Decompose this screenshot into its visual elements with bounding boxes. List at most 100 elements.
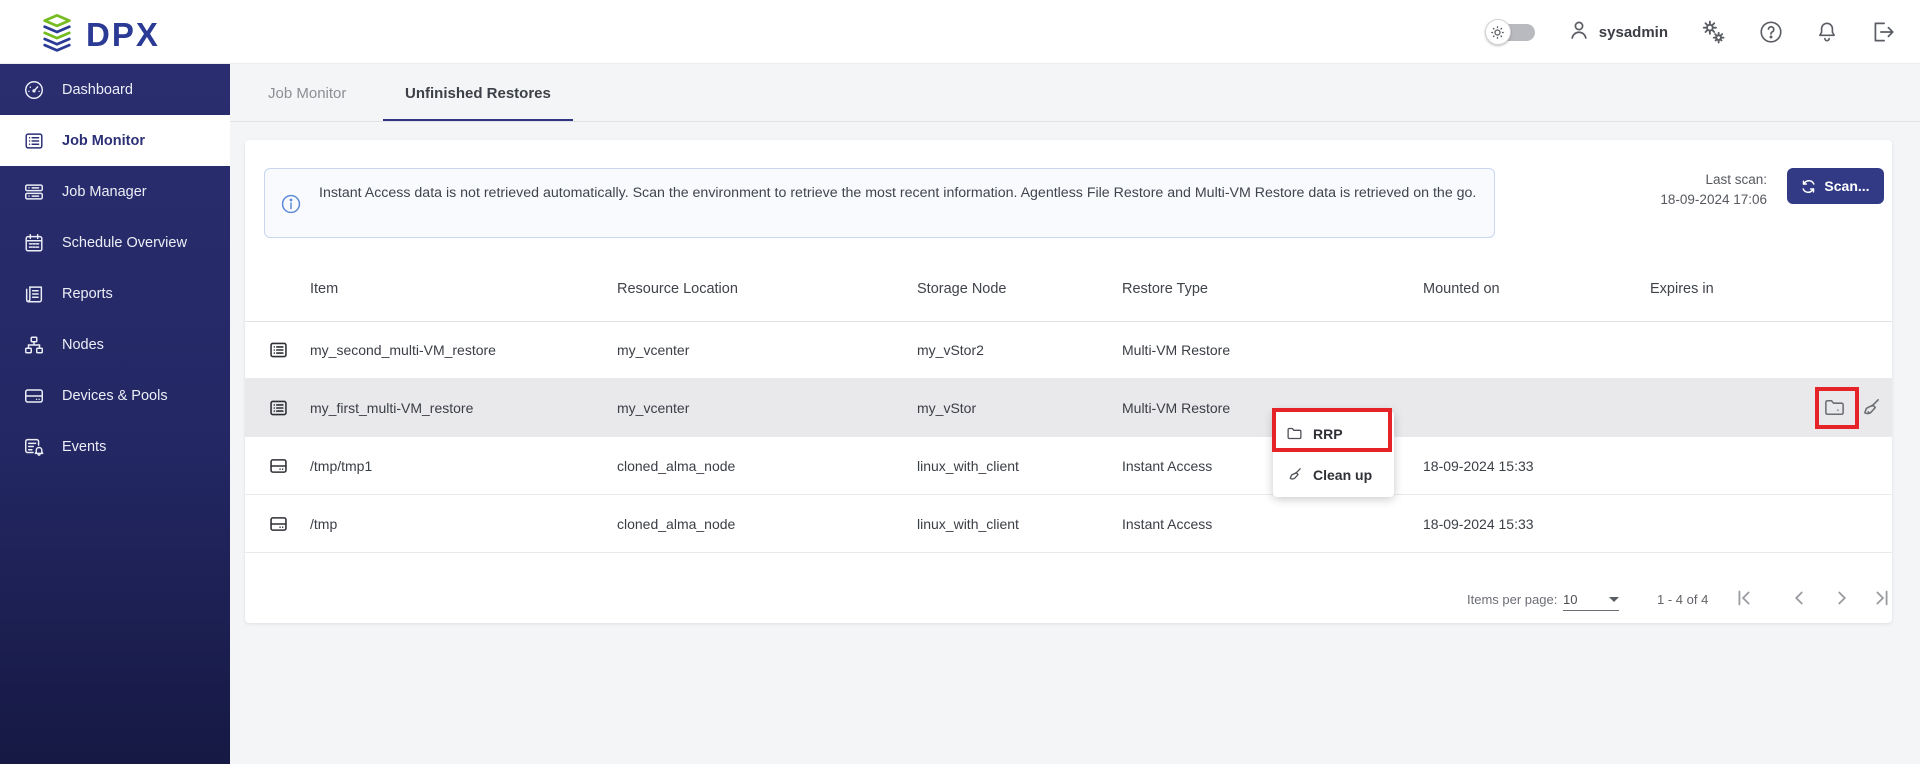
last-scan-value: 18-09-2024 17:06 bbox=[1660, 190, 1767, 210]
settings-gears-icon[interactable] bbox=[1698, 17, 1728, 47]
previous-page-icon[interactable] bbox=[1788, 587, 1810, 609]
cell-item: my_first_multi-VM_restore bbox=[310, 400, 473, 416]
job-manager-icon bbox=[23, 181, 45, 203]
rrp-folder-icon[interactable] bbox=[1822, 396, 1846, 420]
cell-resource-location: cloned_alma_node bbox=[617, 516, 735, 532]
dpx-logo[interactable]: DPX bbox=[36, 11, 160, 58]
context-menu-item-rrp[interactable]: RRP bbox=[1273, 413, 1394, 454]
theme-toggle[interactable] bbox=[1485, 19, 1537, 45]
cell-resource-location: my_vcenter bbox=[617, 342, 689, 358]
pagination-bar bbox=[245, 553, 1892, 623]
context-menu-label: RRP bbox=[1313, 426, 1343, 442]
instant-access-drive-icon bbox=[268, 513, 289, 534]
row-action-buttons bbox=[1822, 396, 1882, 420]
tab-job-monitor[interactable]: Job Monitor bbox=[268, 64, 346, 122]
table-row[interactable]: my_second_multi-VM_restore my_vcenter my… bbox=[245, 321, 1892, 379]
info-banner: Instant Access data is not retrieved aut… bbox=[264, 168, 1495, 238]
sidebar-item-devices-pools[interactable]: Devices & Pools bbox=[0, 370, 230, 421]
toggle-gear-icon bbox=[1485, 19, 1511, 45]
cell-storage-node: linux_with_client bbox=[917, 458, 1019, 474]
items-per-page-label: Items per page: bbox=[1467, 592, 1557, 607]
cell-restore-type: Multi-VM Restore bbox=[1122, 400, 1230, 416]
column-header-storage-node: Storage Node bbox=[917, 281, 1006, 297]
sidebar-item-reports[interactable]: Reports bbox=[0, 268, 230, 319]
sidebar-item-label: Reports bbox=[62, 286, 113, 302]
items-per-page-select[interactable]: 10 bbox=[1563, 592, 1619, 611]
job-monitor-icon bbox=[23, 130, 45, 152]
devices-icon bbox=[23, 385, 45, 407]
info-banner-text: Instant Access data is not retrieved aut… bbox=[319, 182, 1477, 204]
items-per-page-value: 10 bbox=[1563, 592, 1577, 607]
sidebar-item-dashboard[interactable]: Dashboard bbox=[0, 64, 230, 115]
scan-button[interactable]: Scan... bbox=[1787, 168, 1884, 204]
table-row[interactable]: /tmp/tmp1 cloned_alma_node linux_with_cl… bbox=[245, 437, 1892, 495]
sidebar-item-label: Schedule Overview bbox=[62, 235, 187, 251]
cell-item: /tmp bbox=[310, 516, 337, 532]
sidebar-item-events[interactable]: Events bbox=[0, 421, 230, 472]
cell-storage-node: linux_with_client bbox=[917, 516, 1019, 532]
sidebar-item-nodes[interactable]: Nodes bbox=[0, 319, 230, 370]
cell-restore-type: Instant Access bbox=[1122, 458, 1212, 474]
tab-unfinished-restores[interactable]: Unfinished Restores bbox=[405, 64, 551, 122]
user-icon bbox=[1567, 18, 1591, 46]
header-actions: sysadmin bbox=[1485, 0, 1896, 64]
pagination-range: 1 - 4 of 4 bbox=[1657, 592, 1708, 607]
row-context-menu: RRP Clean up bbox=[1273, 411, 1394, 497]
column-header-item: Item bbox=[310, 281, 338, 297]
notifications-bell-icon[interactable] bbox=[1814, 19, 1840, 45]
sidebar-item-label: Job Manager bbox=[62, 184, 147, 200]
last-scan-label: Last scan: bbox=[1660, 170, 1767, 190]
multi-vm-restore-icon bbox=[268, 339, 289, 360]
last-page-icon[interactable] bbox=[1871, 587, 1893, 609]
column-header-mounted-on: Mounted on bbox=[1423, 281, 1500, 297]
dashboard-icon bbox=[23, 79, 45, 101]
tab-bar: Job Monitor Unfinished Restores bbox=[230, 64, 1920, 122]
last-scan-info: Last scan: 18-09-2024 17:06 bbox=[1660, 170, 1767, 210]
dpx-app-window: DPX sysadmin bbox=[0, 0, 1920, 764]
sidebar-nav: Dashboard Job Monitor Job Manager bbox=[0, 64, 230, 764]
table-header: Item Resource Location Storage Node Rest… bbox=[245, 238, 1892, 321]
multi-vm-restore-icon bbox=[268, 397, 289, 418]
first-page-icon[interactable] bbox=[1733, 587, 1755, 609]
context-menu-item-clean-up[interactable]: Clean up bbox=[1273, 454, 1394, 495]
sidebar-item-label: Job Monitor bbox=[62, 133, 145, 149]
column-header-resource-location: Resource Location bbox=[617, 281, 738, 297]
table-body: my_second_multi-VM_restore my_vcenter my… bbox=[245, 321, 1892, 553]
cell-item: my_second_multi-VM_restore bbox=[310, 342, 496, 358]
broom-icon bbox=[1286, 466, 1303, 483]
next-page-icon[interactable] bbox=[1831, 587, 1853, 609]
cell-item: /tmp/tmp1 bbox=[310, 458, 372, 474]
sidebar-item-label: Events bbox=[62, 439, 106, 455]
column-header-expires-in: Expires in bbox=[1650, 281, 1714, 297]
sidebar-item-job-manager[interactable]: Job Manager bbox=[0, 166, 230, 217]
cell-storage-node: my_vStor2 bbox=[917, 342, 984, 358]
table-row[interactable]: /tmp cloned_alma_node linux_with_client … bbox=[245, 495, 1892, 553]
column-header-restore-type: Restore Type bbox=[1122, 281, 1208, 297]
events-icon bbox=[23, 436, 45, 458]
table-row-highlighted[interactable]: my_first_multi-VM_restore my_vcenter my_… bbox=[245, 379, 1892, 437]
user-name: sysadmin bbox=[1599, 24, 1668, 41]
sidebar-item-schedule-overview[interactable]: Schedule Overview bbox=[0, 217, 230, 268]
clean-up-broom-icon[interactable] bbox=[1858, 396, 1882, 420]
info-icon bbox=[280, 193, 302, 215]
help-icon[interactable] bbox=[1758, 19, 1784, 45]
tab-bar-divider bbox=[230, 121, 1920, 122]
cell-restore-type: Multi-VM Restore bbox=[1122, 342, 1230, 358]
cell-mounted-on: 18-09-2024 15:33 bbox=[1423, 516, 1534, 532]
cell-resource-location: cloned_alma_node bbox=[617, 458, 735, 474]
sidebar-item-label: Nodes bbox=[62, 337, 104, 353]
dpx-layers-logo-icon bbox=[36, 11, 78, 58]
reports-icon bbox=[23, 283, 45, 305]
cell-mounted-on: 18-09-2024 15:33 bbox=[1423, 458, 1534, 474]
sidebar-item-label: Devices & Pools bbox=[62, 388, 168, 404]
instant-access-drive-icon bbox=[268, 455, 289, 476]
user-menu[interactable]: sysadmin bbox=[1567, 18, 1668, 46]
cell-storage-node: my_vStor bbox=[917, 400, 976, 416]
cell-resource-location: my_vcenter bbox=[617, 400, 689, 416]
chevron-down-icon bbox=[1609, 597, 1619, 602]
schedule-icon bbox=[23, 232, 45, 254]
top-header: DPX sysadmin bbox=[0, 0, 1920, 64]
sidebar-item-job-monitor[interactable]: Job Monitor bbox=[0, 115, 230, 166]
sidebar-item-label: Dashboard bbox=[62, 82, 133, 98]
logout-icon[interactable] bbox=[1870, 19, 1896, 45]
